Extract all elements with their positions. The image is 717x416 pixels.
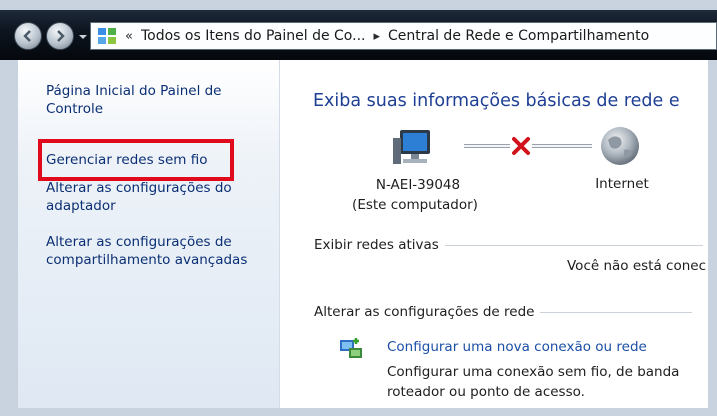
section-active-networks-label: Exibir redes ativas — [314, 237, 439, 253]
red-x-icon[interactable] — [510, 136, 532, 156]
window-bottom-edge — [0, 408, 717, 416]
globe-icon[interactable] — [598, 124, 642, 168]
breadcrumb-overflow-chevron[interactable]: « — [125, 29, 133, 44]
section-divider — [540, 311, 693, 313]
breadcrumb-control-panel[interactable]: Todos os Itens do Painel de Co... — [141, 28, 366, 44]
network-setup-icon[interactable] — [338, 336, 364, 362]
back-arrow-icon — [23, 30, 31, 42]
back-button[interactable] — [14, 22, 42, 50]
nav-link-control-panel-home[interactable]: Página Inicial do Painel de Controle — [46, 82, 276, 118]
section-active-networks: Exibir redes ativas — [314, 237, 703, 253]
connection-line-right — [532, 144, 592, 148]
section-divider — [444, 244, 703, 246]
address-bar-region: « Todos os Itens do Painel de Co... ▸ Ce… — [0, 10, 717, 60]
setup-new-connection-description: Configurar uma conexão sem fio, de banda… — [387, 364, 680, 400]
computer-icon[interactable] — [392, 128, 438, 168]
nav-link-adapter-settings[interactable]: Alterar as configurações do adaptador — [46, 179, 276, 215]
main-content: Exiba suas informações básicas de rede e… — [280, 60, 708, 408]
computer-name-label: N-AEI-39048 — [375, 177, 461, 193]
internet-label: Internet — [595, 176, 649, 192]
control-panel-icon — [98, 28, 116, 44]
page-title: Exiba suas informações básicas de rede e — [313, 91, 680, 111]
setup-new-connection-link[interactable]: Configurar uma nova conexão ou rede — [387, 339, 647, 355]
address-field[interactable]: « Todos os Itens do Painel de Co... ▸ Ce… — [90, 22, 717, 50]
breadcrumb-network-center[interactable]: Central de Rede e Compartilhamento — [388, 28, 649, 44]
window-right-edge — [708, 60, 717, 416]
forward-button[interactable] — [46, 22, 74, 50]
window-left-edge — [0, 60, 18, 416]
connection-line-left — [464, 144, 510, 148]
forward-arrow-icon — [57, 30, 65, 42]
recent-pages-dropdown-icon[interactable] — [78, 32, 88, 42]
navigation-pane: Página Inicial do Painel de Controle Ger… — [18, 60, 280, 408]
this-computer-label: (Este computador) — [352, 197, 478, 213]
breadcrumb-separator[interactable]: ▸ — [373, 29, 380, 44]
section-change-network-settings-label: Alterar as configurações de rede — [314, 304, 535, 320]
section-change-network-settings: Alterar as configurações de rede — [314, 304, 693, 320]
not-connected-text: Você não está conec — [567, 258, 707, 274]
nav-link-advanced-sharing-settings[interactable]: Alterar as configurações de compartilham… — [46, 233, 276, 269]
highlight-annotation-box — [38, 139, 234, 181]
